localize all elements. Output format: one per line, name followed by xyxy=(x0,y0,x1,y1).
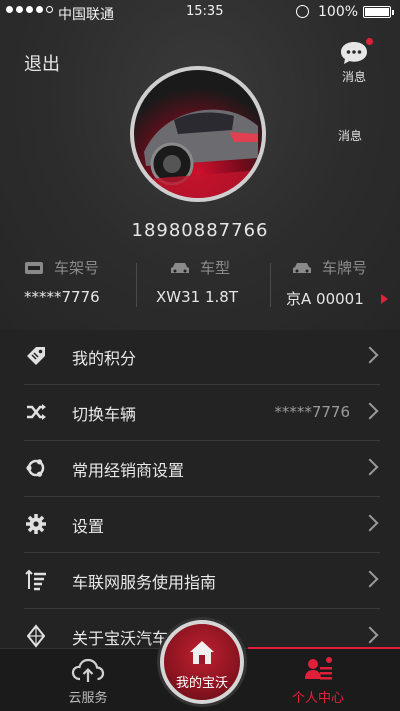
battery-percent: 100% xyxy=(318,4,359,20)
message-label: 消息 xyxy=(341,70,366,84)
car-icon xyxy=(171,262,189,273)
menu-item-label: 设置 xyxy=(72,517,105,536)
gear-icon xyxy=(26,514,46,534)
message-label-secondary[interactable]: 消息 xyxy=(338,127,362,144)
notification-dot xyxy=(366,38,373,45)
chevron-right-icon xyxy=(361,570,379,588)
model-label: 车型 xyxy=(200,259,231,277)
id-card-icon xyxy=(25,261,43,274)
chat-bubble-icon xyxy=(339,38,373,64)
model-field: 车型 XW31 1.8T xyxy=(156,257,238,313)
plate-field[interactable]: 车牌号 京A 00001 xyxy=(286,257,367,313)
divider xyxy=(270,263,271,307)
phone-number: 18980887766 xyxy=(131,220,269,241)
logout-button[interactable]: 退出 xyxy=(24,50,60,76)
list-icon xyxy=(25,569,46,591)
tab-cloud-service[interactable]: 云服务 xyxy=(38,649,138,711)
menu-item-label: 车联网服务使用指南 xyxy=(72,573,217,592)
model-value: XW31 1.8T xyxy=(156,288,238,306)
tab-label: 云服务 xyxy=(68,691,108,706)
tab-label: 个人中心 xyxy=(291,691,344,706)
status-bar: 中国联通 15:35 100% xyxy=(0,0,400,26)
plate-label: 车牌号 xyxy=(322,259,368,277)
menu-item-label: 我的积分 xyxy=(72,349,137,368)
frame-label: 车架号 xyxy=(54,259,100,277)
battery-icon xyxy=(363,6,394,18)
cloud-upload-icon xyxy=(71,658,105,682)
center-tab-label: 我的宝沃 xyxy=(175,676,228,691)
menu-item-service-guide[interactable]: 车联网服务使用指南 xyxy=(24,553,380,609)
car-image-icon xyxy=(134,109,262,198)
status-time: 15:35 xyxy=(186,4,224,19)
menu-item-value: *****7776 xyxy=(274,403,350,421)
chevron-right-icon xyxy=(361,346,379,364)
chevron-right-icon xyxy=(361,626,379,644)
plate-value: 京A 00001 xyxy=(286,290,364,308)
frame-value: *****7776 xyxy=(24,288,100,306)
my-baowo-button[interactable]: 我的宝沃 xyxy=(160,620,244,704)
ubuntu-icon xyxy=(26,459,45,477)
divider xyxy=(136,263,137,307)
carrier-name: 中国联通 xyxy=(58,7,114,23)
car-icon xyxy=(293,262,311,273)
menu-item-settings[interactable]: 设置 xyxy=(24,497,380,553)
plate-arrow-icon[interactable] xyxy=(381,294,388,304)
menu-list: 我的积分 切换车辆 *****7776 常用经销商设置 设置 车联网服务使用指南… xyxy=(0,329,400,665)
menu-item-label: 常用经销商设置 xyxy=(72,461,185,480)
menu-item-dealer-settings[interactable]: 常用经销商设置 xyxy=(24,441,380,497)
tag-icon xyxy=(27,347,45,365)
chevron-right-icon xyxy=(361,458,379,476)
menu-item-label: 切换车辆 xyxy=(72,405,137,424)
menu-item-points[interactable]: 我的积分 xyxy=(24,329,380,385)
chevron-right-icon xyxy=(361,402,379,420)
avatar[interactable] xyxy=(130,66,266,202)
signal-icon xyxy=(6,6,53,13)
frame-number-field: 车架号 *****7776 xyxy=(24,257,100,313)
active-tab-indicator xyxy=(248,647,400,649)
vehicle-info: 车架号 *****7776 车型 XW31 1.8T 车牌号 京A 00001 xyxy=(0,257,400,313)
shuffle-icon xyxy=(27,404,46,420)
rotation-lock-icon xyxy=(296,5,309,18)
message-button[interactable]: 消息 xyxy=(338,38,373,85)
tab-personal-center[interactable]: 个人中心 xyxy=(268,649,368,711)
chevron-right-icon xyxy=(361,514,379,532)
menu-item-switch-vehicle[interactable]: 切换车辆 *****7776 xyxy=(24,385,380,441)
profile-card-icon xyxy=(305,657,332,680)
home-icon xyxy=(190,641,214,664)
menu-item-label: 关于宝沃汽车 xyxy=(72,629,169,648)
diamond-icon xyxy=(26,624,46,648)
